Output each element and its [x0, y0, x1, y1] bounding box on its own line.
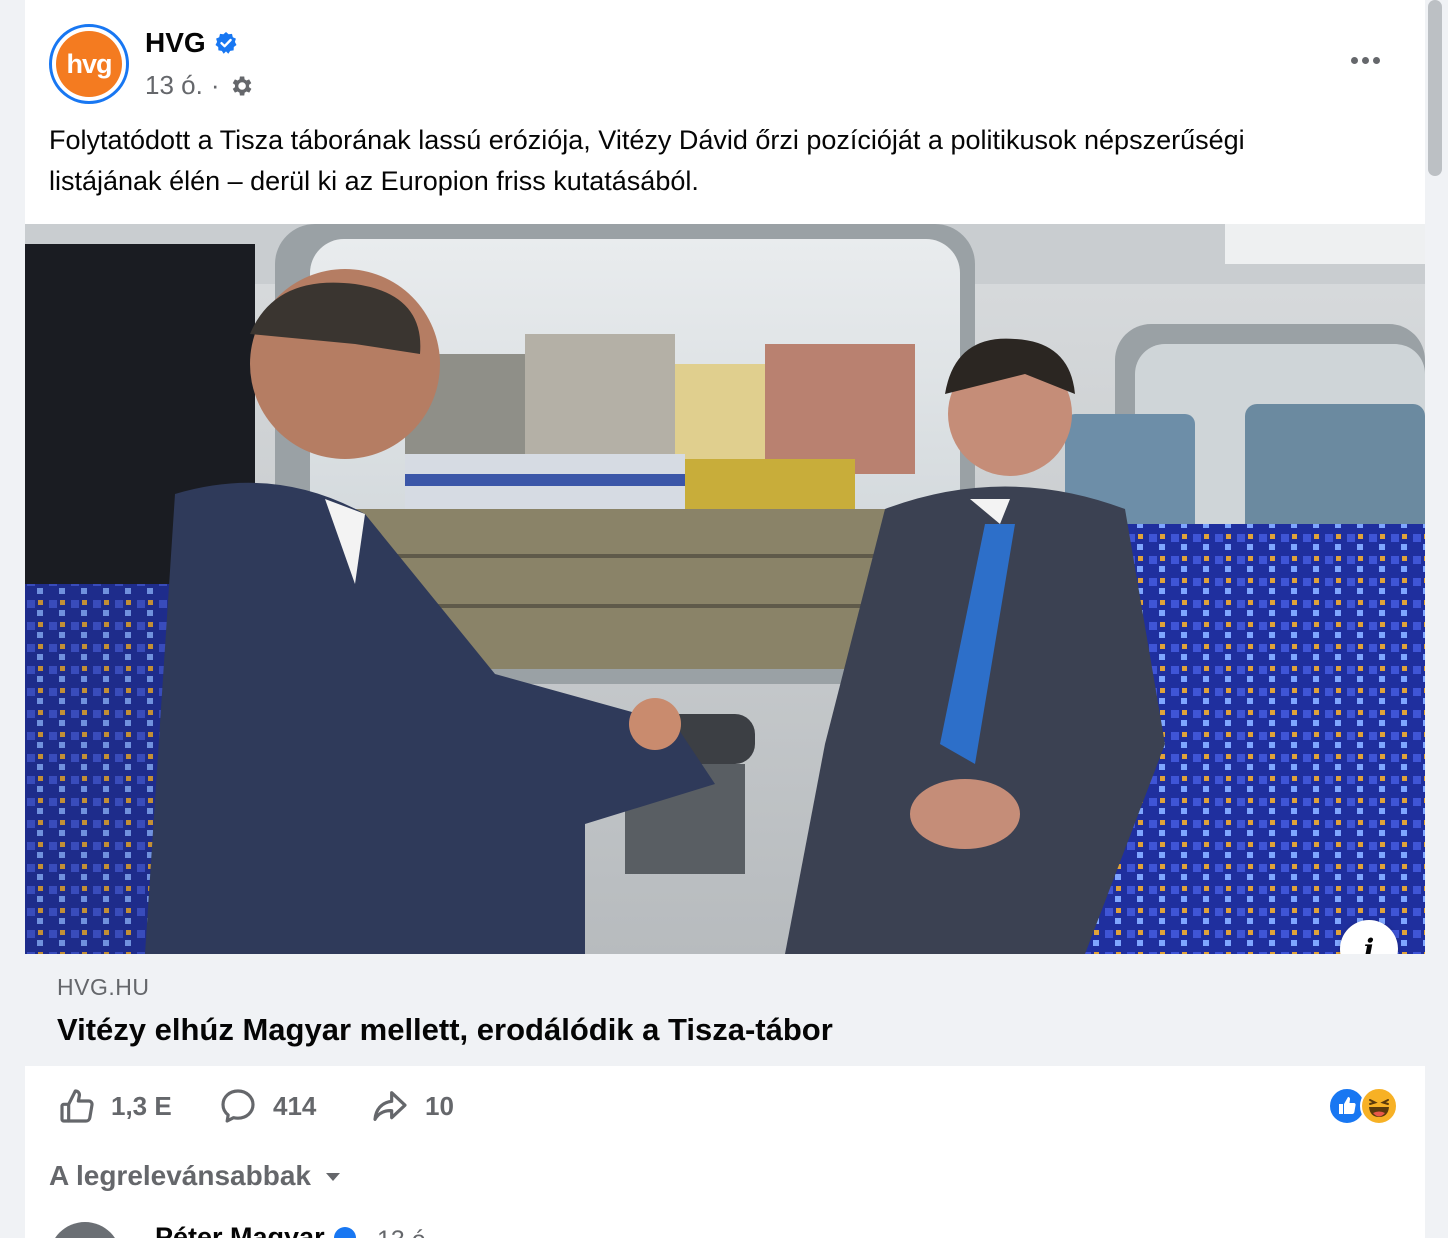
more-options-button[interactable]	[1345, 46, 1385, 74]
dot-icon	[1372, 56, 1380, 64]
link-domain: HVG.HU	[57, 974, 150, 1000]
like-button[interactable]: 1,3 E	[57, 1086, 172, 1126]
post-text: Folytatódott a Tisza táborának lassú eró…	[49, 125, 1245, 196]
like-count: 1,3 E	[111, 1090, 172, 1121]
like-icon	[60, 1089, 94, 1123]
comment-count: 414	[273, 1090, 317, 1121]
caret-down-icon	[325, 1173, 340, 1181]
comment-icon	[221, 1089, 255, 1123]
comment-time[interactable]: 13 ó.	[377, 1226, 433, 1238]
hvg-logo: hvg	[56, 31, 122, 97]
post-card: hvg HVG 13 ó. · Folytatódott a Tisza táb…	[25, 0, 1425, 1238]
reaction-summary[interactable]	[1328, 1087, 1398, 1125]
action-bar: 1,3 E 414 10	[25, 1080, 1425, 1136]
page-name-row: HVG	[145, 27, 238, 59]
comment-sort-dropdown[interactable]: A legrelevánsabbak	[49, 1160, 343, 1192]
page-name[interactable]: HVG	[145, 27, 206, 59]
share-button[interactable]: 10	[369, 1086, 454, 1126]
comment-button[interactable]: 414	[217, 1086, 316, 1126]
comment-author-avatar[interactable]	[49, 1222, 121, 1238]
link-title: Vitézy elhúz Magyar mellett, erodálódik …	[57, 1012, 833, 1047]
comment-sort-label: A legrelevánsabbak	[49, 1160, 311, 1191]
post-meta: 13 ó. ·	[145, 70, 254, 101]
share-count: 10	[425, 1090, 454, 1121]
verified-badge-icon	[215, 32, 237, 54]
dot-icon	[1350, 56, 1358, 64]
page-avatar[interactable]: hvg	[49, 24, 129, 104]
share-icon	[373, 1091, 407, 1121]
gear-icon	[232, 75, 251, 96]
link-preview[interactable]: HVG.HU Vitézy elhúz Magyar mellett, erod…	[25, 954, 1425, 1066]
train-interior-photo	[25, 224, 1425, 954]
meta-separator: ·	[210, 70, 220, 100]
post-time[interactable]: 13 ó.	[145, 70, 203, 101]
verified-badge-icon	[333, 1226, 356, 1238]
comment-author-row: Péter Magyar	[155, 1222, 357, 1238]
dot-icon	[1361, 56, 1369, 64]
comment-author-name[interactable]: Péter Magyar	[155, 1222, 325, 1238]
haha-reaction-icon	[1360, 1087, 1398, 1125]
scrollbar-thumb[interactable]	[1428, 0, 1442, 176]
post-photo[interactable]	[25, 224, 1425, 954]
